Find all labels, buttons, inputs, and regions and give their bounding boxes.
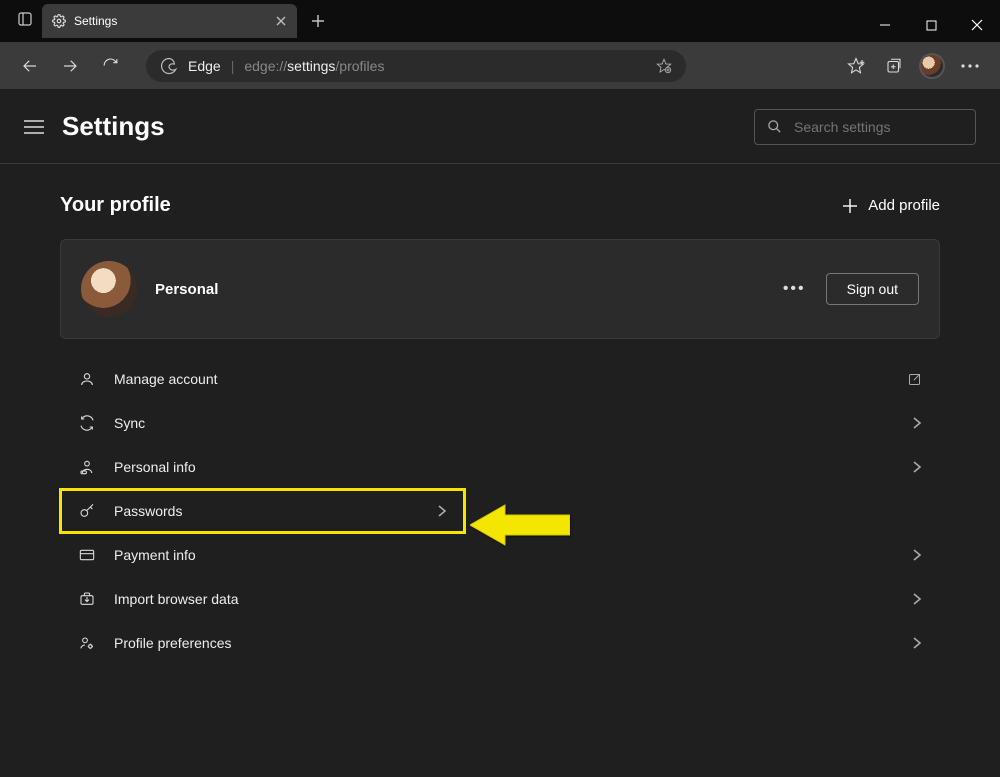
favorites-button[interactable] — [838, 48, 874, 84]
menu-item-label: Personal info — [114, 459, 196, 475]
personal-icon — [74, 459, 100, 475]
menu-item-label: Profile preferences — [114, 635, 232, 651]
menu-item-label: Sync — [114, 415, 145, 431]
import-icon — [74, 591, 100, 607]
chevron-right-icon — [912, 636, 922, 650]
address-url: edge://settings/profiles — [244, 58, 384, 74]
window-controls — [862, 8, 1000, 42]
address-scheme-label: Edge — [188, 58, 221, 74]
menu-item-label: Passwords — [114, 503, 182, 519]
titlebar: Settings — [0, 0, 1000, 42]
add-profile-button[interactable]: Add profile — [842, 197, 940, 214]
user-icon — [74, 371, 100, 387]
new-tab-button[interactable] — [301, 4, 335, 38]
chevron-right-icon — [912, 416, 922, 430]
forward-button[interactable] — [52, 48, 88, 84]
back-button[interactable] — [12, 48, 48, 84]
profile-avatar — [81, 261, 137, 317]
menu-item-personal-info[interactable]: Personal info — [60, 445, 940, 489]
profile-card: Personal ••• Sign out — [60, 239, 940, 339]
menu-toggle-button[interactable] — [24, 119, 44, 135]
plus-icon — [842, 198, 858, 214]
search-icon — [767, 119, 782, 134]
annotation-arrow — [470, 500, 570, 550]
profile-more-button[interactable]: ••• — [783, 280, 806, 298]
card-icon — [74, 547, 100, 563]
profile-avatar-button[interactable] — [914, 48, 950, 84]
sign-out-button[interactable]: Sign out — [826, 273, 919, 305]
close-window-button[interactable] — [954, 8, 1000, 42]
menu-item-sync[interactable]: Sync — [60, 401, 940, 445]
menu-item-label: Import browser data — [114, 591, 239, 607]
menu-item-label: Payment info — [114, 547, 196, 563]
chevron-right-icon — [912, 548, 922, 562]
gear-icon — [52, 14, 66, 28]
browser-toolbar: Edge | edge://settings/profiles — [0, 42, 1000, 90]
edge-logo-icon — [160, 57, 178, 75]
address-separator: | — [231, 58, 235, 74]
external-link-icon — [907, 372, 922, 387]
add-profile-label: Add profile — [868, 197, 940, 214]
collections-button[interactable] — [876, 48, 912, 84]
menu-item-import-browser-data[interactable]: Import browser data — [60, 577, 940, 621]
search-input[interactable] — [794, 119, 975, 135]
close-tab-icon[interactable] — [275, 15, 287, 27]
chevron-right-icon — [912, 460, 922, 474]
menu-item-passwords[interactable]: Passwords — [60, 489, 465, 533]
sync-icon — [74, 415, 100, 431]
menu-item-profile-preferences[interactable]: Profile preferences — [60, 621, 940, 665]
profile-name: Personal — [155, 281, 218, 298]
settings-header: Settings — [0, 90, 1000, 164]
favorite-star-icon[interactable] — [656, 58, 672, 74]
refresh-button[interactable] — [92, 48, 128, 84]
prefs-icon — [74, 635, 100, 651]
tab-strip-leading-icon[interactable] — [8, 2, 42, 36]
minimize-button[interactable] — [862, 8, 908, 42]
tab-title: Settings — [74, 14, 117, 28]
address-bar[interactable]: Edge | edge://settings/profiles — [146, 50, 686, 82]
page-title: Settings — [62, 111, 165, 142]
search-settings-field[interactable] — [754, 109, 976, 145]
chevron-right-icon — [912, 592, 922, 606]
maximize-button[interactable] — [908, 8, 954, 42]
settings-content: Your profile Add profile Personal ••• Si… — [0, 164, 1000, 665]
key-icon — [74, 503, 100, 519]
menu-item-manage-account[interactable]: Manage account — [60, 357, 940, 401]
section-title: Your profile — [60, 194, 171, 217]
more-menu-button[interactable] — [952, 48, 988, 84]
browser-tab[interactable]: Settings — [42, 4, 297, 38]
menu-item-label: Manage account — [114, 371, 218, 387]
chevron-right-icon — [437, 504, 447, 518]
